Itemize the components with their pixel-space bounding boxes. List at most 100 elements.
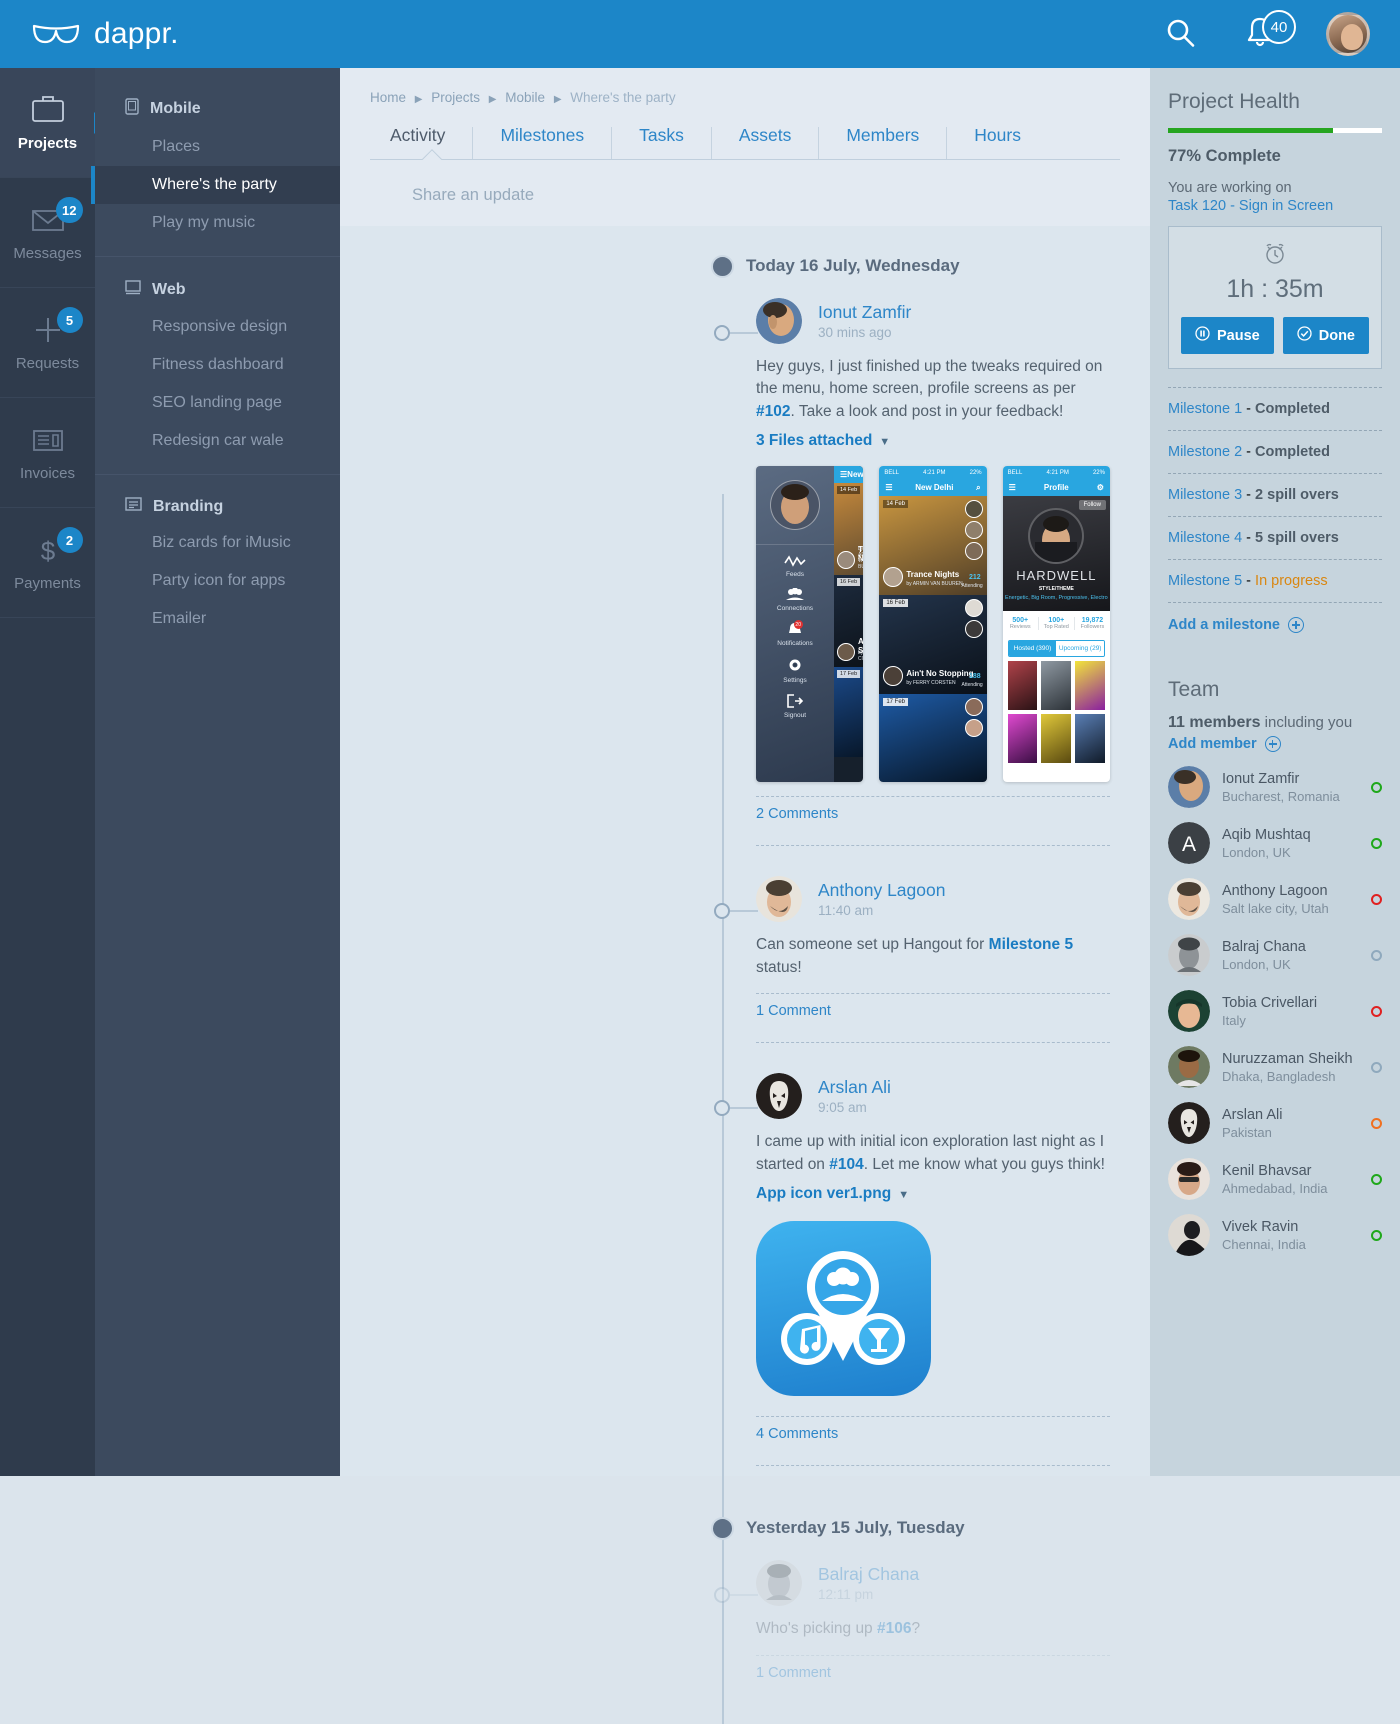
team-member[interactable]: Balraj Chana London, UK [1168, 934, 1382, 976]
tab-assets[interactable]: Assets [712, 126, 820, 159]
project-group-header[interactable]: Mobile [95, 90, 340, 128]
team-member[interactable]: Anthony Lagoon Salt lake city, Utah [1168, 878, 1382, 920]
progress-bar-fill [1168, 128, 1333, 133]
phone-screenshot-menu[interactable]: Feeds Connections 20 Notifications Setti… [756, 466, 864, 783]
project-item-seo-landing-page[interactable]: SEO landing page [95, 384, 340, 422]
search-icon[interactable] [1164, 17, 1198, 51]
tab-bar: Activity Milestones Tasks Assets Members… [370, 126, 1120, 159]
user-avatar[interactable] [1326, 12, 1370, 56]
milestone-row[interactable]: Milestone 4 - 5 spill overs [1168, 517, 1382, 559]
phone-screenshot-profile[interactable]: BELL 4:21 PM 22% ☰ Profile ⚙ Follow HARD… [1002, 466, 1110, 783]
add-member-button[interactable]: Add member [1168, 736, 1382, 752]
invoice-icon [29, 423, 67, 457]
post-attachment-toggle[interactable]: 3 Files attached ▼ [756, 432, 1110, 450]
team-member[interactable]: Tobia Crivellari Italy [1168, 990, 1382, 1032]
milestone-row[interactable]: Milestone 5 - In progress [1168, 560, 1382, 602]
project-item-responsive-design[interactable]: Responsive design [95, 308, 340, 346]
project-item-party-icon[interactable]: Party icon for apps [95, 562, 340, 600]
post-link[interactable]: #106 [877, 1620, 911, 1637]
avatar[interactable] [756, 298, 802, 344]
project-item-redesign-car-wale[interactable]: Redesign car wale [95, 422, 340, 460]
rail-item-messages[interactable]: 12 Messages [0, 178, 95, 288]
avatar[interactable] [756, 1560, 802, 1607]
avatar[interactable] [756, 1073, 802, 1120]
member-location: Italy [1222, 1013, 1246, 1028]
post-comments-link[interactable]: 4 Comments [756, 1417, 1110, 1451]
post-comments-link[interactable]: 1 Comment [756, 1656, 1110, 1690]
chevron-down-icon: ▼ [879, 436, 891, 449]
team-member[interactable]: A Aqib Mushtaq London, UK [1168, 822, 1382, 864]
rail-item-invoices[interactable]: Invoices [0, 398, 95, 508]
project-nav: Mobile Places Where's the party Play my … [91, 68, 340, 1476]
phone-navbar: ☰ New [834, 466, 864, 484]
project-item-biz-cards[interactable]: Biz cards for iMusic [95, 524, 340, 562]
milestone-status: Completed [1255, 444, 1330, 460]
team-member[interactable]: Arslan Ali Pakistan [1168, 1102, 1382, 1144]
milestone-row[interactable]: Milestone 3 - 2 spill overs [1168, 474, 1382, 516]
working-on-task-link[interactable]: Task 120 - Sign in Screen [1168, 198, 1382, 214]
milestone-row[interactable]: Milestone 2 - Completed [1168, 431, 1382, 473]
member-name: Balraj Chana [1222, 939, 1306, 955]
tab-tasks[interactable]: Tasks [612, 126, 712, 159]
team-member[interactable]: Vivek Ravin Chennai, India [1168, 1214, 1382, 1256]
project-item-places[interactable]: Places [95, 128, 340, 166]
post-comments-link[interactable]: 2 Comments [756, 797, 1110, 831]
avatar: A [1168, 822, 1210, 864]
member-name: Vivek Ravin [1222, 1219, 1299, 1235]
team-count: 11 members including you [1168, 714, 1382, 732]
milestone-link[interactable]: Milestone 2 [1168, 444, 1242, 460]
pause-button[interactable]: Pause [1181, 317, 1274, 354]
tab-members[interactable]: Members [819, 126, 948, 159]
project-item-fitness-dashboard[interactable]: Fitness dashboard [95, 346, 340, 384]
rail-item-projects[interactable]: Projects [0, 68, 95, 178]
milestone-link[interactable]: Milestone 4 [1168, 530, 1242, 546]
rail-item-payments[interactable]: $ 2 Payments [0, 508, 95, 618]
post-body: I came up with initial icon exploration … [756, 1131, 1110, 1176]
add-milestone-button[interactable]: Add a milestone [1168, 603, 1382, 633]
rail-badge-payments: 2 [56, 527, 83, 553]
milestone-row[interactable]: Milestone 1 - Completed [1168, 388, 1382, 430]
post-comments-link[interactable]: 1 Comment [756, 994, 1110, 1028]
post-author[interactable]: Arslan Ali [818, 1077, 891, 1098]
milestone-link[interactable]: Milestone 3 [1168, 487, 1242, 503]
tab-activity[interactable]: Activity [370, 126, 474, 159]
briefcase-icon [29, 93, 67, 127]
tab-hours[interactable]: Hours [947, 126, 1048, 159]
avatar[interactable] [756, 876, 802, 923]
post-link[interactable]: #102 [756, 403, 790, 420]
rail-item-requests[interactable]: 5 Requests [0, 288, 95, 398]
milestone-link[interactable]: Milestone 1 [1168, 401, 1242, 417]
app-icon-preview[interactable] [756, 1221, 931, 1397]
share-update-input[interactable]: Share an update [370, 160, 1120, 205]
logo[interactable]: dappr. [32, 17, 179, 51]
tab-milestones[interactable]: Milestones [473, 126, 613, 159]
project-item-play-my-music[interactable]: Play my music [95, 204, 340, 242]
breadcrumb-projects[interactable]: Projects [431, 90, 480, 105]
breadcrumb-separator: ▶ [553, 94, 562, 105]
project-group-header[interactable]: Branding [95, 489, 340, 524]
project-item-emailer[interactable]: Emailer [95, 600, 340, 638]
post-author[interactable]: Balraj Chana [818, 1564, 919, 1585]
post-link[interactable]: #104 [829, 1156, 863, 1173]
post-header: Ionut Zamfir 30 mins ago [756, 298, 1110, 344]
project-item-wheres-the-party[interactable]: Where's the party [91, 166, 340, 204]
post-attachment-toggle[interactable]: App icon ver1.png ▼ [756, 1185, 1110, 1203]
breadcrumb-home[interactable]: Home [370, 90, 406, 105]
post-body: Can someone set up Hangout for Milestone… [756, 934, 1110, 979]
milestone-link[interactable]: Milestone 5 [1168, 573, 1242, 589]
breadcrumb-mobile[interactable]: Mobile [505, 90, 545, 105]
post-author[interactable]: Ionut Zamfir [818, 302, 911, 323]
phone-screenshot-home[interactable]: BELL 4:21 PM 22% ☰ New Delhi ⌕ 14 Feb Tr… [879, 466, 987, 783]
post-link[interactable]: Milestone 5 [989, 936, 1073, 953]
timeline-connector [730, 1107, 758, 1110]
team-member[interactable]: Kenil Bhavsar Ahmedabad, India [1168, 1158, 1382, 1200]
post-author[interactable]: Anthony Lagoon [818, 880, 945, 901]
project-group-header[interactable]: Web [95, 271, 340, 308]
tab-underline [370, 148, 1120, 169]
team-member[interactable]: Ionut Zamfir Bucharest, Romania [1168, 766, 1382, 808]
milestone-sep: - [1242, 487, 1256, 503]
done-button[interactable]: Done [1282, 317, 1369, 354]
status-badge [1371, 893, 1382, 905]
team-member[interactable]: Nuruzzaman Sheikh Dhaka, Bangladesh [1168, 1046, 1382, 1088]
notifications-bell[interactable]: 40 [1242, 10, 1296, 54]
